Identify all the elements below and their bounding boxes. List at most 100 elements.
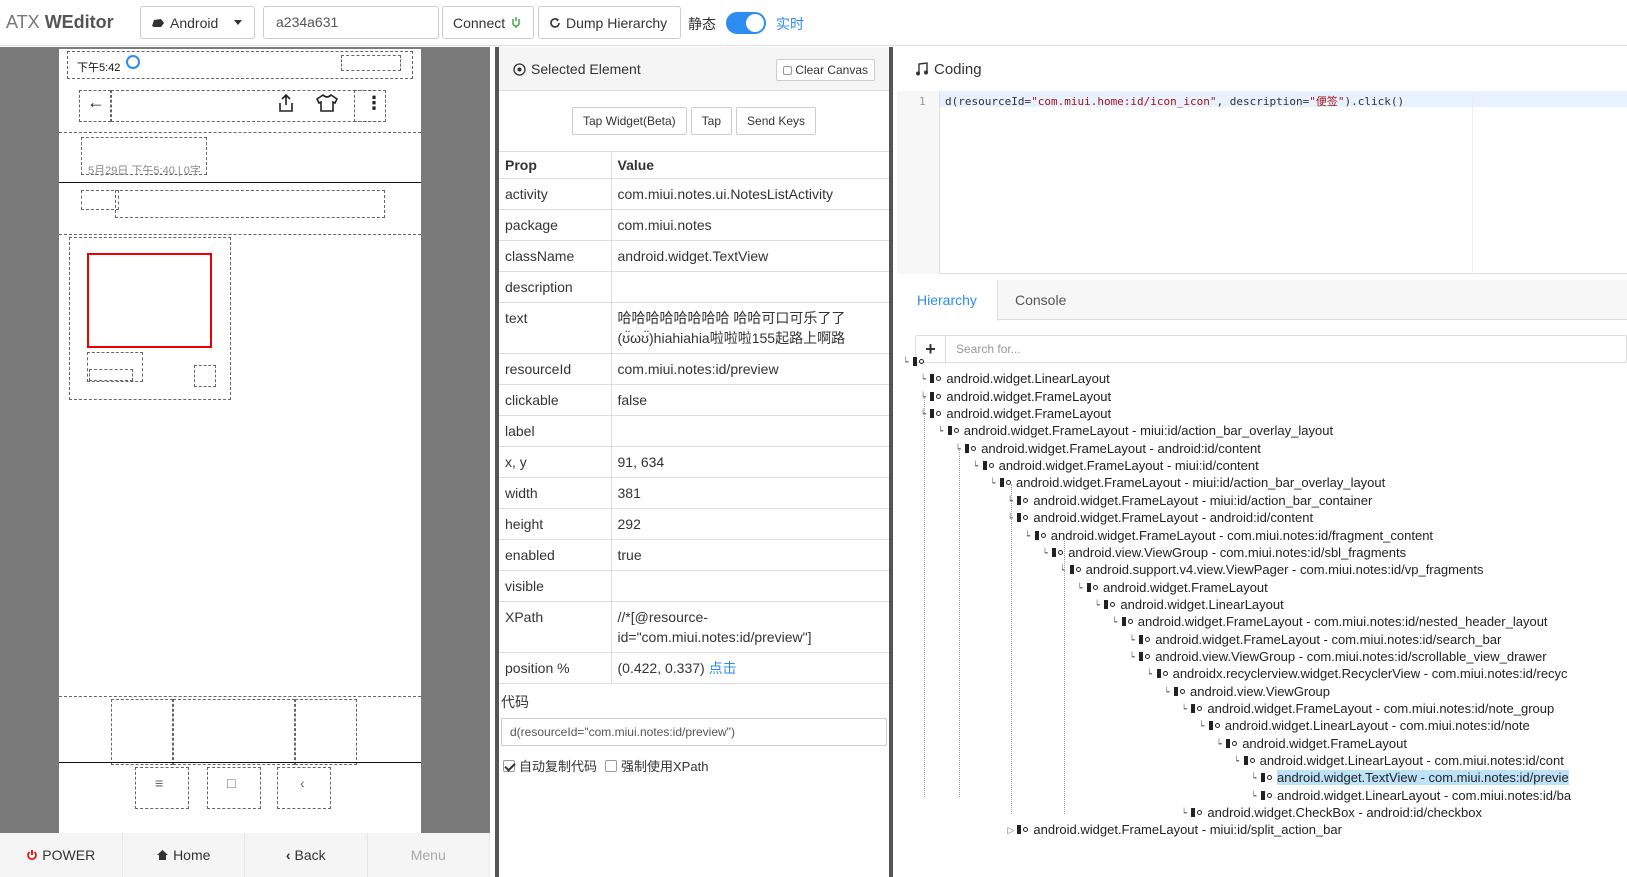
prop-value: (0.422, 0.337) 点击 bbox=[611, 652, 889, 684]
prop-value: false bbox=[611, 384, 889, 416]
dump-hierarchy-button[interactable]: Dump Hierarchy bbox=[538, 6, 681, 39]
tree-twisty[interactable]: ┕ bbox=[1112, 617, 1117, 628]
tree-twisty[interactable]: ┕ bbox=[920, 374, 925, 385]
tree-twisty[interactable]: ┕ bbox=[973, 461, 978, 472]
tree-node[interactable]: android.view.ViewGroup - com.miui.notes:… bbox=[1139, 648, 1547, 665]
tree-node[interactable]: android.widget.FrameLayout - miui:id/con… bbox=[982, 457, 1259, 474]
hierarchy-tree: ┕ ┕ android.widget.LinearLayout ┕ android.wi… bbox=[897, 353, 1627, 877]
back-chevron-icon[interactable]: ‹ bbox=[300, 775, 305, 791]
back-arrow-icon[interactable]: ← bbox=[87, 92, 105, 113]
menu-button[interactable]: Menu bbox=[368, 833, 490, 877]
tree-node[interactable]: androidx.recyclerview.widget.RecyclerVie… bbox=[1156, 665, 1568, 682]
tree-node[interactable]: android.widget.FrameLayout - android:id/… bbox=[965, 440, 1261, 457]
node-icon bbox=[1226, 738, 1238, 749]
tree-node[interactable]: android.view.ViewGroup - com.miui.notes:… bbox=[1052, 544, 1406, 561]
table-row: activity com.miui.notes.ui.NotesListActiv… bbox=[499, 178, 889, 210]
live-mode-label: 实时 bbox=[776, 16, 804, 32]
tree-node[interactable]: android.widget.FrameLayout - miui:id/act… bbox=[1000, 474, 1385, 491]
tree-twisty[interactable]: ┕ bbox=[1234, 756, 1239, 767]
tree-twisty[interactable]: ┕ bbox=[1129, 635, 1134, 646]
menu-icon[interactable]: ≡ bbox=[155, 775, 163, 791]
send-keys-button[interactable]: Send Keys bbox=[736, 107, 817, 135]
more-vert-icon[interactable]: ⋮ bbox=[365, 93, 383, 114]
tree-twisty[interactable]: ┕ bbox=[1077, 583, 1082, 594]
share-icon[interactable] bbox=[277, 93, 295, 113]
tree-twisty[interactable]: ┕ bbox=[1199, 721, 1204, 732]
auto-copy-checkbox[interactable] bbox=[503, 759, 515, 772]
tree-twisty[interactable]: ┕ bbox=[1147, 669, 1152, 680]
tree-twisty[interactable]: ┕ bbox=[1164, 687, 1169, 698]
tree-node[interactable]: android.widget.FrameLayout bbox=[930, 388, 1111, 405]
click-link[interactable]: 点击 bbox=[709, 660, 737, 676]
tree-twisty[interactable]: ┕ bbox=[1094, 600, 1099, 611]
tree-twisty[interactable]: ┕ bbox=[1251, 773, 1256, 784]
force-xpath-label: 强制使用XPath bbox=[621, 759, 709, 774]
tree-node[interactable]: android.widget.LinearLayout bbox=[1104, 596, 1284, 613]
prop-value: com.miui.notes.ui.NotesListActivity bbox=[611, 178, 889, 210]
tree-twisty[interactable]: ┕ bbox=[1216, 739, 1221, 750]
tree-twisty[interactable]: ┕ bbox=[1181, 704, 1186, 715]
tree-node[interactable]: android.widget.FrameLayout - miui:id/act… bbox=[1017, 492, 1372, 509]
tree-node[interactable]: android.widget.FrameLayout - miui:id/spl… bbox=[1017, 821, 1342, 838]
home-button[interactable]: Home bbox=[123, 833, 245, 877]
prop-value: android.widget.TextView bbox=[611, 240, 889, 272]
tab-hierarchy[interactable]: Hierarchy bbox=[897, 280, 998, 321]
tree-node[interactable]: android.widget.FrameLayout - com.miui.no… bbox=[1121, 613, 1548, 630]
tree-node[interactable]: android.widget.LinearLayout - com.miui.n… bbox=[1261, 787, 1571, 804]
tab-console[interactable]: Console bbox=[995, 280, 1086, 320]
tap-button[interactable]: Tap bbox=[690, 107, 733, 135]
connect-button[interactable]: Connect bbox=[442, 6, 534, 39]
tree-node[interactable] bbox=[913, 353, 929, 370]
device-screenshot[interactable]: 下午5:42 ← ⋮ 5月29日 下午5:40 | 0字 ≡ □ ‹ bbox=[59, 49, 421, 834]
tree-node-label: android.widget.FrameLayout - miui:id/act… bbox=[1016, 475, 1386, 491]
tree-twisty[interactable]: ▷ bbox=[1007, 825, 1014, 836]
tree-twisty[interactable]: ┕ bbox=[1181, 808, 1186, 819]
coding-header: Coding bbox=[897, 47, 1627, 91]
code-editor[interactable]: 1 d(resourceId="com.miui.home:id/icon_ic… bbox=[897, 91, 1627, 274]
theme-icon[interactable] bbox=[316, 94, 338, 112]
back-button[interactable]: ‹ Back bbox=[245, 833, 368, 877]
power-button[interactable]: POWER bbox=[0, 833, 123, 877]
tree-node[interactable]: android.widget.LinearLayout - com.miui.n… bbox=[1208, 717, 1530, 734]
tree-node[interactable]: android.widget.LinearLayout - com.miui.n… bbox=[1243, 752, 1564, 769]
tree-node[interactable]: android.widget.FrameLayout bbox=[930, 405, 1111, 422]
tree-node[interactable]: android.widget.FrameLayout - com.miui.no… bbox=[1034, 527, 1433, 544]
tree-twisty[interactable]: ┕ bbox=[1025, 531, 1030, 542]
tree-node[interactable]: android.view.ViewGroup bbox=[1174, 683, 1330, 700]
node-icon bbox=[1261, 790, 1273, 801]
action-buttons: Tap Widget(Beta) Tap Send Keys bbox=[499, 91, 889, 152]
tree-node[interactable]: android.widget.FrameLayout bbox=[1226, 735, 1407, 752]
live-mode-toggle[interactable] bbox=[726, 12, 766, 34]
force-xpath-checkbox[interactable] bbox=[605, 759, 618, 772]
clear-canvas-button[interactable]: Clear Canvas bbox=[775, 59, 875, 81]
platform-select[interactable]: Android bbox=[140, 6, 255, 39]
node-icon bbox=[982, 460, 995, 471]
device-serial-input[interactable]: a234a631 bbox=[263, 6, 439, 39]
tree-node-label: android.widget.FrameLayout - com.miui.no… bbox=[1137, 614, 1548, 630]
bottom-action bbox=[295, 699, 357, 765]
tree-twisty[interactable]: ┕ bbox=[903, 357, 908, 368]
tree-twisty[interactable]: ┕ bbox=[990, 478, 995, 489]
code-output-field[interactable]: d(resourceId="com.miui.notes:id/preview"… bbox=[501, 718, 887, 746]
prop-value: true bbox=[611, 539, 889, 571]
tree-node[interactable]: android.widget.FrameLayout bbox=[1087, 579, 1268, 596]
table-row: className android.widget.TextView bbox=[499, 240, 889, 272]
tree-twisty[interactable]: ┕ bbox=[938, 426, 943, 437]
prop-value: com.miui.notes:id/preview bbox=[611, 353, 889, 385]
tree-node[interactable]: android.widget.FrameLayout - com.miui.no… bbox=[1191, 700, 1554, 717]
tree-twisty[interactable]: ┕ bbox=[1129, 652, 1134, 663]
platform-label: Android bbox=[170, 14, 219, 31]
tree-node[interactable]: android.widget.LinearLayout bbox=[930, 370, 1110, 387]
tree-node[interactable]: android.widget.FrameLayout - android:id/… bbox=[1017, 509, 1313, 526]
tree-node[interactable]: android.widget.FrameLayout - miui:id/act… bbox=[947, 422, 1333, 439]
tree-node[interactable]: android.widget.TextView - com.miui.notes… bbox=[1261, 769, 1569, 786]
tree-node[interactable]: android.widget.FrameLayout - com.miui.no… bbox=[1139, 631, 1501, 648]
home-label: Home bbox=[173, 847, 211, 863]
tree-twisty[interactable]: ┕ bbox=[1251, 791, 1256, 802]
tree-node[interactable]: android.widget.CheckBox - android:id/che… bbox=[1191, 804, 1482, 821]
tap-widget-button[interactable]: Tap Widget(Beta) bbox=[571, 107, 687, 135]
tree-node[interactable]: android.support.v4.view.ViewPager - com.… bbox=[1069, 561, 1484, 578]
home-square-icon[interactable]: □ bbox=[227, 775, 235, 791]
tree-twisty[interactable]: ┕ bbox=[1042, 548, 1047, 559]
device-nav-bar: POWER Home ‹ Back Menu bbox=[0, 833, 490, 877]
